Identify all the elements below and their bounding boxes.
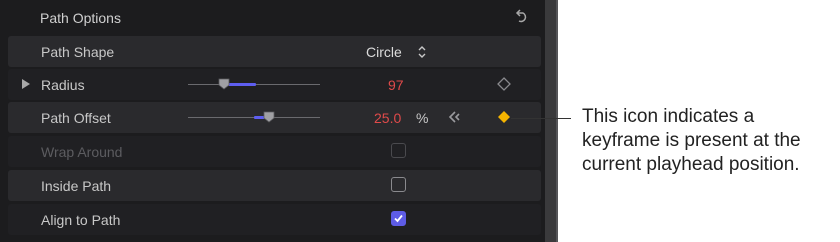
align-to-path-checkbox[interactable] [391, 211, 406, 226]
callout-line-1: This icon indicates a [582, 106, 755, 127]
radius-slider-thumb[interactable] [218, 78, 230, 90]
row-align-to-path: Align to Path [8, 204, 541, 235]
callout-line-3: current playhead position. [582, 154, 800, 175]
path-shape-value[interactable]: Circle [366, 44, 402, 60]
wrap-around-checkbox[interactable] [391, 143, 406, 158]
reset-arrow-icon[interactable] [512, 8, 530, 26]
path-offset-unit: % [416, 110, 429, 126]
disclosure-triangle-icon[interactable] [22, 79, 30, 89]
path-offset-label: Path Offset [41, 110, 111, 126]
inside-path-checkbox[interactable] [391, 177, 406, 192]
callout-leader-line [511, 118, 571, 119]
inspector-panel: Path Options Path Shape Circle Radius 97… [0, 0, 545, 242]
section-title: Path Options [40, 10, 121, 26]
panel-divider [556, 0, 558, 242]
row-radius: Radius 97 [8, 69, 541, 100]
path-offset-slider-thumb[interactable] [263, 111, 275, 123]
popup-stepper-icon[interactable] [417, 44, 427, 60]
path-offset-slider[interactable] [188, 111, 320, 123]
radius-value[interactable]: 97 [388, 77, 404, 93]
row-path-offset: Path Offset 25.0 % [8, 102, 541, 133]
checkmark-icon [394, 214, 403, 223]
row-wrap-around: Wrap Around [8, 136, 541, 167]
keyframe-present-icon[interactable] [496, 109, 512, 125]
previous-keyframe-icon[interactable] [446, 109, 462, 125]
add-keyframe-icon[interactable] [496, 76, 512, 92]
row-inside-path: Inside Path [8, 170, 541, 201]
radius-slider[interactable] [188, 78, 320, 90]
path-shape-label: Path Shape [41, 44, 115, 60]
inside-path-label: Inside Path [41, 178, 112, 194]
path-offset-value[interactable]: 25.0 [374, 110, 401, 126]
row-path-shape: Path Shape Circle [8, 36, 541, 67]
align-to-path-label: Align to Path [41, 212, 121, 228]
radius-label: Radius [41, 77, 85, 93]
callout-text: This icon indicates a keyframe is presen… [582, 105, 801, 177]
callout-line-2: keyframe is present at the [582, 130, 801, 151]
wrap-around-label: Wrap Around [41, 144, 123, 160]
